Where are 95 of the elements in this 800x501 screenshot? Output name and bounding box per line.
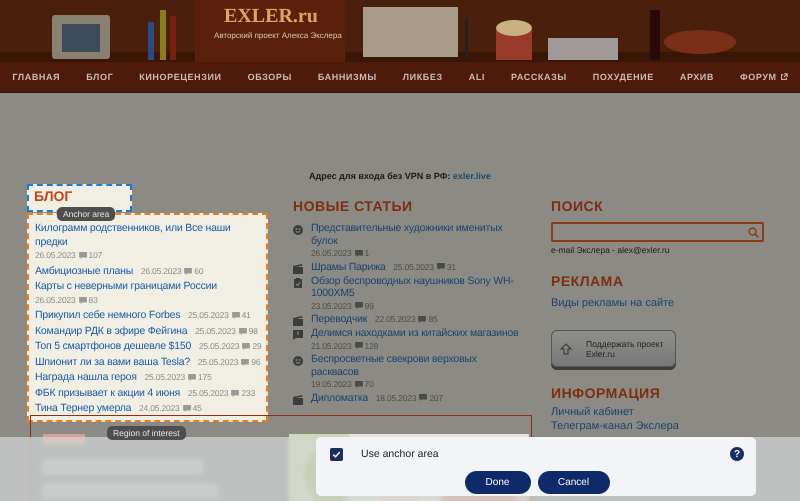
comment-count: 70 bbox=[364, 378, 374, 390]
post-date: 26.05.2023 bbox=[311, 247, 352, 260]
comment-icon bbox=[78, 252, 87, 260]
comment-count: 128 bbox=[364, 340, 378, 352]
clapperboard-icon bbox=[293, 264, 303, 274]
article-link[interactable]: Прикупил себе немного Forbes bbox=[35, 309, 180, 322]
comment-count: 41 bbox=[242, 309, 251, 322]
nav-link[interactable]: ЛИКБЕЗ bbox=[402, 72, 443, 82]
comment-icon bbox=[354, 302, 363, 310]
search-field[interactable] bbox=[551, 222, 764, 242]
comment-icon bbox=[78, 296, 87, 304]
post-date: 19.05.2023 bbox=[311, 378, 352, 390]
comment-icon bbox=[231, 390, 240, 397]
nav-link[interactable]: ГЛАВНАЯ bbox=[12, 72, 60, 82]
notice-text: Адрес для входа без VPN в РФ: bbox=[309, 171, 450, 181]
comment-icon bbox=[354, 342, 363, 350]
post-date: 25.05.2023 bbox=[144, 371, 186, 384]
post-date: 25.05.2023 bbox=[393, 260, 434, 273]
article-link[interactable]: Амбициозные планы bbox=[35, 264, 134, 278]
region-of-interest-label: Region of interest bbox=[107, 426, 186, 440]
nav-link[interactable]: РАССКАЗЫ bbox=[511, 72, 567, 82]
up-arrow-icon bbox=[560, 342, 572, 354]
comment-count: 207 bbox=[429, 392, 443, 404]
clapperboard-icon bbox=[293, 394, 303, 404]
post-date: 18.05.2023 bbox=[376, 392, 416, 404]
email-text: e-mail Экслера - alex@exler.ru bbox=[551, 245, 670, 255]
nav-link[interactable]: ПОХУДЕНИЕ bbox=[592, 72, 654, 82]
nav-link[interactable]: ФОРУМ bbox=[740, 72, 788, 82]
section-heading: РЕКЛАМА bbox=[551, 273, 624, 289]
post-date: 25.05.2023 bbox=[188, 309, 229, 322]
smiley-icon bbox=[293, 356, 303, 366]
comment-icon bbox=[354, 380, 363, 388]
comment-count: 29 bbox=[252, 340, 262, 353]
clipboard-icon bbox=[293, 278, 303, 288]
section-heading: ПОИСК bbox=[551, 198, 604, 214]
dialog-button[interactable]: Done bbox=[464, 471, 530, 494]
comment-icon bbox=[418, 316, 426, 323]
nav-link[interactable]: АРХИВ bbox=[680, 72, 714, 82]
section-heading: НОВЫЕ СТАТЬИ bbox=[293, 198, 414, 214]
checkbox[interactable] bbox=[330, 448, 343, 460]
comment-count: 45 bbox=[192, 402, 202, 415]
nav-link[interactable]: ALI bbox=[468, 72, 486, 82]
checkbox-label[interactable]: Use anchor area bbox=[361, 448, 439, 460]
article-link[interactable]: Командир РДК в эфире Фейгина bbox=[35, 324, 188, 338]
comment-count: 175 bbox=[198, 371, 212, 384]
nav-link[interactable]: ОБЗОРЫ bbox=[248, 72, 292, 82]
post-date: 25.05.2023 bbox=[198, 340, 240, 353]
article-link[interactable]: Карты с неверными границами России bbox=[35, 280, 217, 294]
comment-count: 99 bbox=[364, 300, 374, 312]
article-link[interactable]: Топ 5 смартфонов дешевле $150 bbox=[35, 340, 192, 354]
comment-count: 1 bbox=[364, 247, 370, 260]
comment-count: 233 bbox=[241, 386, 256, 400]
tagline: Авторский проект Алекса Экслера bbox=[214, 31, 342, 40]
comment-count: 85 bbox=[428, 313, 438, 326]
comment-count: 83 bbox=[88, 294, 98, 306]
post-date: 25.05.2023 bbox=[198, 356, 238, 368]
post-date: 23.05.2023 bbox=[311, 300, 352, 312]
comment-icon bbox=[182, 405, 191, 412]
comment-count: 98 bbox=[248, 324, 258, 338]
post-date: 21.05.2023 bbox=[311, 340, 352, 352]
post-date: 26.05.2023 bbox=[35, 249, 76, 262]
article-link[interactable]: Тина Тернер умерла bbox=[35, 402, 132, 416]
post-date: 25.05.2023 bbox=[188, 386, 228, 400]
logo[interactable]: EXLER.ru bbox=[224, 5, 318, 28]
comment-count: 60 bbox=[194, 264, 204, 278]
comment-icon bbox=[354, 250, 363, 257]
smiley-icon bbox=[293, 225, 303, 235]
comment-icon bbox=[436, 263, 445, 270]
help-icon[interactable]: ? bbox=[730, 447, 744, 461]
nav-link[interactable]: КИНОРЕЦЕНЗИИ bbox=[139, 72, 222, 82]
post-date: 25.05.2023 bbox=[195, 324, 236, 338]
comment-count: 107 bbox=[88, 249, 102, 262]
dialog-button[interactable]: Cancel bbox=[538, 471, 610, 494]
post-date: 26.05.2023 bbox=[140, 264, 182, 278]
clapperboard-icon bbox=[293, 316, 303, 326]
comment-count: 31 bbox=[446, 260, 456, 273]
article-link[interactable]: Шпионит ли за вами ваша Tesla? bbox=[35, 356, 190, 369]
comment-count: 96 bbox=[251, 356, 260, 368]
post-date: 26.05.2023 bbox=[35, 294, 76, 306]
comment-icon bbox=[188, 374, 196, 382]
support-button[interactable]: Поддержать проект Exler.ru bbox=[551, 330, 676, 367]
section-heading: ИНФОРМАЦИЯ bbox=[551, 385, 662, 401]
speech-bubble-icon bbox=[293, 330, 303, 340]
post-date: 24.05.2023 bbox=[139, 402, 180, 415]
article-link[interactable]: ФБК призывает к акции 4 июня bbox=[35, 386, 180, 400]
search-icon[interactable] bbox=[748, 226, 759, 238]
section-heading: БЛОГ bbox=[27, 184, 132, 212]
post-date: 22.05.2023 bbox=[374, 313, 416, 326]
comment-icon bbox=[419, 394, 428, 402]
anchor-area-label: Anchor area bbox=[57, 207, 116, 221]
comment-icon bbox=[184, 268, 192, 275]
nav-link[interactable]: БЛОГ bbox=[86, 72, 114, 82]
nav-link[interactable]: БАННИЗМЫ bbox=[318, 72, 377, 82]
article-link[interactable]: Килограмм родственников, или Все наши предки bbox=[35, 222, 258, 249]
article-link[interactable]: Награда нашла героя bbox=[35, 371, 137, 384]
